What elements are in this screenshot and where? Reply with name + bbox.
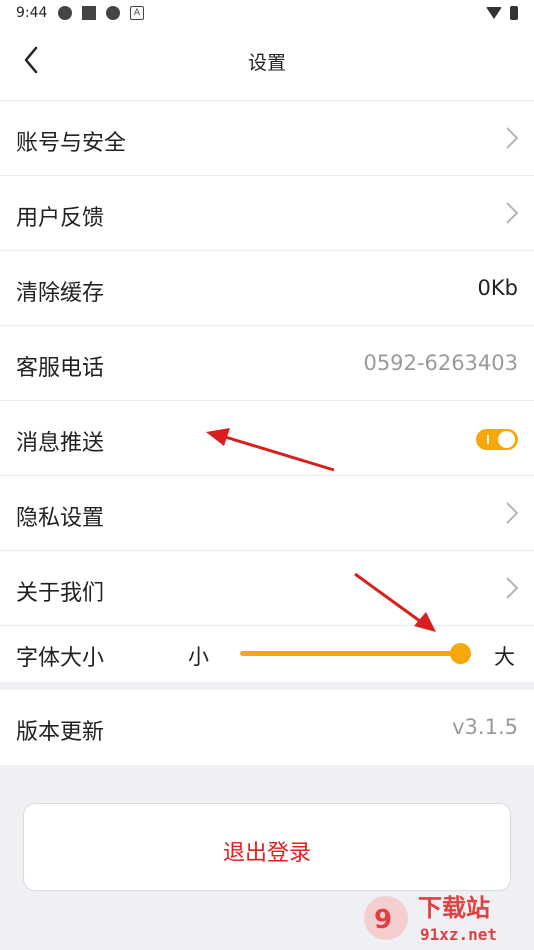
toggle-knob <box>498 431 515 448</box>
row-label: 清除缓存 <box>16 281 105 306</box>
row-privacy-settings[interactable]: 隐私设置 <box>0 476 534 551</box>
page-title: 设置 <box>247 52 286 74</box>
battery-icon <box>510 6 518 20</box>
row-label: 隐私设置 <box>16 506 105 531</box>
chevron-right-icon <box>506 127 519 149</box>
row-label: 关于我们 <box>16 581 105 606</box>
row-label: 账号与安全 <box>16 131 127 156</box>
version-number: v3.1.5 <box>452 715 518 739</box>
header: 设置 <box>0 28 534 101</box>
font-size-slider-handle[interactable] <box>449 643 471 664</box>
row-label: 用户反馈 <box>16 206 105 231</box>
status-icons-right <box>486 6 518 20</box>
status-bar: 9:44 A <box>0 0 534 28</box>
svg-text:9: 9 <box>374 905 392 935</box>
row-about-us[interactable]: 关于我们 <box>0 551 534 626</box>
chevron-right-icon <box>506 502 519 524</box>
section-divider <box>0 682 534 690</box>
settings-list: 账号与安全 用户反馈 清除缓存 0Kb 客服电话 0592-6263403 消息… <box>0 101 534 765</box>
row-customer-service[interactable]: 客服电话 0592-6263403 <box>0 326 534 401</box>
wifi-icon <box>486 7 502 19</box>
row-label: 版本更新 <box>16 720 105 745</box>
row-version-update[interactable]: 版本更新 v3.1.5 <box>0 690 534 765</box>
watermark-logo: 9 下载站 91xz.net <box>360 890 530 946</box>
row-account-security[interactable]: 账号与安全 <box>0 101 534 176</box>
row-user-feedback[interactable]: 用户反馈 <box>0 176 534 251</box>
font-size-label: 字体大小 <box>16 646 105 671</box>
chevron-right-icon <box>506 202 519 224</box>
row-push-notifications: 消息推送 <box>0 401 534 476</box>
svg-text:下载站: 下载站 <box>418 894 490 922</box>
service-phone: 0592-6263403 <box>363 351 518 375</box>
font-size-min-label: 小 <box>188 645 209 669</box>
row-label: 消息推送 <box>16 431 105 456</box>
cache-size: 0Kb <box>477 276 518 300</box>
status-time: 9:44 <box>16 5 48 21</box>
status-icons-left: A <box>58 6 144 20</box>
row-label: 客服电话 <box>16 356 105 381</box>
logout-label: 退出登录 <box>222 841 311 866</box>
svg-text:91xz.net: 91xz.net <box>420 925 497 944</box>
row-font-size: 字体大小 小 大 <box>0 626 534 682</box>
app-icon <box>58 6 72 20</box>
toggle-on-mark <box>487 435 489 444</box>
row-clear-cache[interactable]: 清除缓存 0Kb <box>0 251 534 326</box>
push-toggle[interactable] <box>476 429 518 450</box>
a-icon: A <box>130 6 144 20</box>
font-size-slider-track[interactable] <box>240 651 460 656</box>
chevron-right-icon <box>506 577 519 599</box>
app-icon <box>106 6 120 20</box>
logout-button[interactable]: 退出登录 <box>23 803 511 891</box>
font-size-max-label: 大 <box>494 645 515 669</box>
square-icon <box>82 6 96 20</box>
